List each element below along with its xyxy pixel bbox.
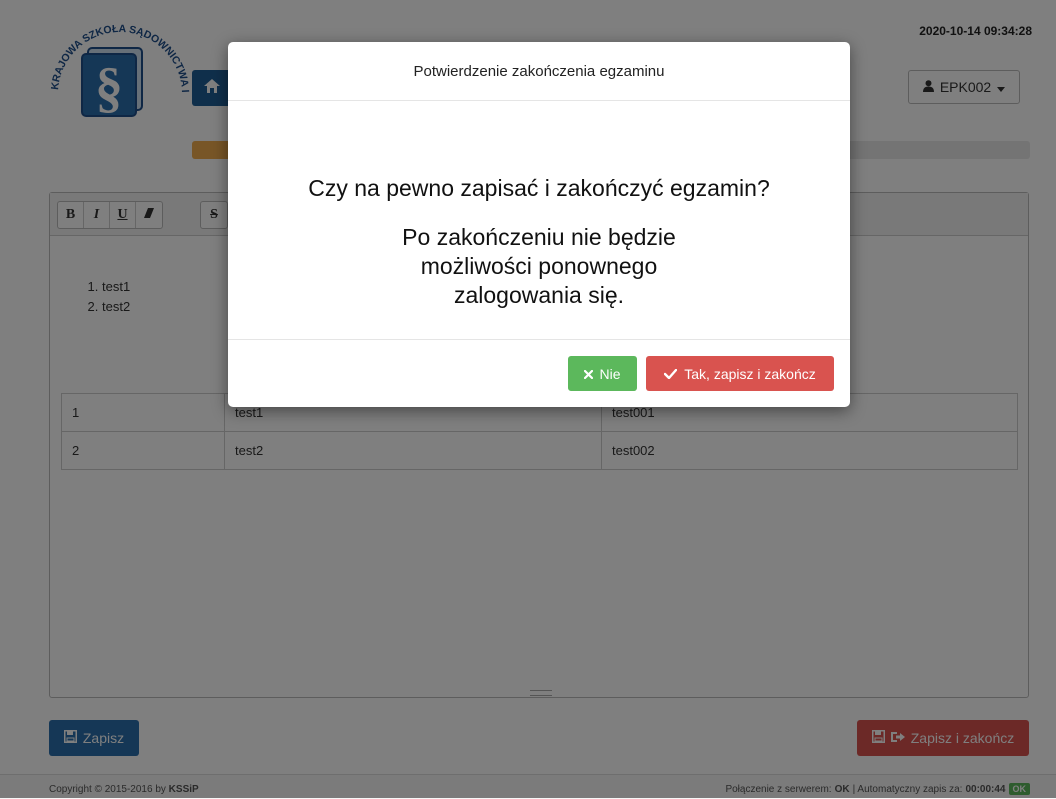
yes-label: Tak, zapisz i zakończ	[684, 365, 816, 382]
checkmark-icon	[664, 366, 678, 382]
no-button[interactable]: Nie	[568, 356, 637, 391]
confirm-finish-dialog: Potwierdzenie zakończenia egzaminu Czy n…	[228, 42, 850, 407]
close-icon	[584, 366, 594, 382]
dialog-header: Potwierdzenie zakończenia egzaminu	[228, 42, 850, 101]
dialog-body: Czy na pewno zapisać i zakończyć egzamin…	[228, 101, 850, 339]
dialog-title: Potwierdzenie zakończenia egzaminu	[413, 62, 665, 80]
confirm-finish-button[interactable]: Tak, zapisz i zakończ	[646, 356, 834, 391]
dialog-warning: Po zakończeniu nie będzie możliwości pon…	[402, 224, 676, 308]
dialog-question: Czy na pewno zapisać i zakończyć egzamin…	[308, 175, 770, 201]
no-label: Nie	[599, 365, 621, 382]
dialog-footer: Nie Tak, zapisz i zakończ	[228, 339, 850, 407]
